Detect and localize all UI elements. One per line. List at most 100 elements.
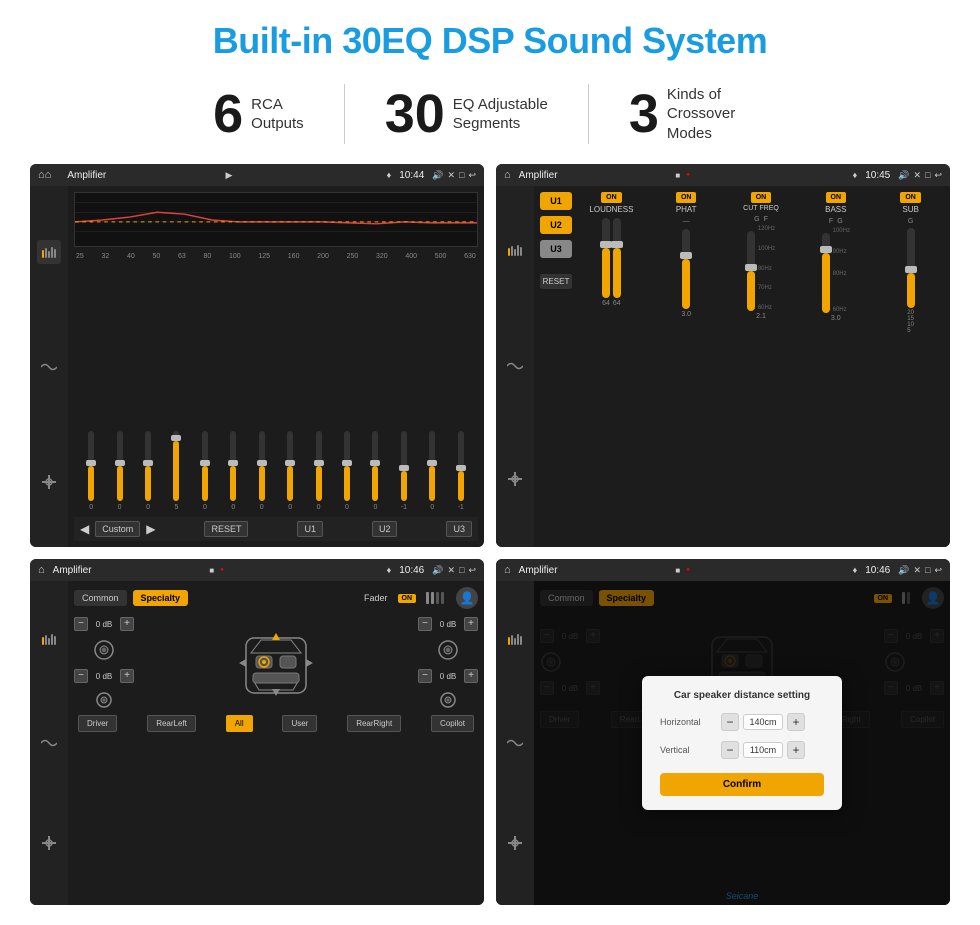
title-1: Amplifier [59,164,221,186]
loudness-label: LOUDNESS [589,205,633,214]
db-plus-fl[interactable]: + [120,617,134,631]
home-icon-3[interactable]: ⌂ [38,564,45,576]
cross-icon-2[interactable] [508,472,522,491]
horizontal-minus[interactable]: − [721,713,739,731]
tab-common-3[interactable]: Common [74,590,127,606]
vertical-plus[interactable]: + [787,741,805,759]
cross-icon-3[interactable] [42,836,56,855]
db-plus-rl[interactable]: + [120,669,134,683]
u1-button[interactable]: U1 [297,521,323,537]
phat-toggle[interactable]: ON [676,192,697,203]
eq-icon-2[interactable] [507,242,523,263]
home-icon-1[interactable]: ⌂ [38,169,51,181]
vol-icon-3: 🔊 [432,565,443,576]
eq-icon-4[interactable] [507,631,523,652]
vertical-minus[interactable]: − [721,741,739,759]
db-val-fl: 0 dB [91,620,117,629]
back-icon-4[interactable]: ↩ [934,565,942,576]
amp-channel-sub: ON SUB G 20 15 [877,192,944,541]
rearleft-btn[interactable]: RearLeft [147,715,196,732]
pin-icon-4: ♦ [853,565,858,575]
cutfreq-toggle[interactable]: ON [751,192,772,203]
reset-button-1[interactable]: RESET [204,521,248,537]
db-ctrl-fl: − 0 dB + [74,617,134,631]
user-btn[interactable]: User [282,715,317,732]
eq-icon-3[interactable] [41,631,57,652]
back-icon-1[interactable]: ↩ [468,170,476,181]
rearright-btn[interactable]: RearRight [347,715,401,732]
dialog-horizontal-row: Horizontal − 140cm + [660,713,824,731]
home-icon-4[interactable]: ⌂ [504,564,511,576]
copilot-btn[interactable]: Copilot [431,715,474,732]
home-icon-2[interactable]: ⌂ [504,169,511,181]
back-icon-3[interactable]: ↩ [468,565,476,576]
loudness-slider[interactable] [602,218,610,298]
speaker-rr [439,691,457,709]
eq-slider-track-1[interactable] [88,431,94,501]
wave-icon-3[interactable] [41,735,57,753]
driver-btn[interactable]: Driver [78,715,117,732]
stat-number-crossover: 3 [629,87,659,141]
prev-icon[interactable]: ◀ [80,522,89,536]
db-plus-rr[interactable]: + [464,669,478,683]
horizontal-value: 140cm [743,714,783,730]
all-btn[interactable]: All [226,715,253,732]
play-icon-1[interactable]: ▶ [226,170,233,181]
x-icon-1[interactable]: ✕ [447,170,455,181]
amp-channel-loudness: ON LOUDNESS [578,192,645,541]
wave-icon-4[interactable] [507,735,523,753]
play-controls: ◀ Custom ▶ [80,521,155,537]
confirm-button[interactable]: Confirm [660,773,824,796]
sq-icon-4: □ [925,565,930,575]
tab-specialty-3[interactable]: Specialty [133,590,189,606]
x-icon-4[interactable]: ✕ [913,565,921,576]
back-icon-2[interactable]: ↩ [934,170,942,181]
db-val-rl: 0 dB [91,672,117,681]
loudness-toggle[interactable]: ON [601,192,622,203]
vertical-label: Vertical [660,745,715,755]
horizontal-plus[interactable]: + [787,713,805,731]
rec-icon-2: ■ [675,171,680,180]
stat-desc-crossover: Kinds of Crossover Modes [667,85,767,144]
db-minus-rl[interactable]: − [74,669,88,683]
u2-button[interactable]: U2 [372,521,398,537]
db-minus-fr[interactable]: − [418,617,432,631]
fader-toggle-ctrl[interactable] [426,592,444,604]
next-icon[interactable]: ▶ [146,522,155,536]
eq-icon-1[interactable] [37,240,61,264]
left-sp-col: − 0 dB + [74,617,134,709]
loudness-slider2[interactable] [613,218,621,298]
reset-btn-2[interactable]: RESET [540,274,572,289]
sub-toggle[interactable]: ON [900,192,921,203]
u2-btn[interactable]: U2 [540,216,572,234]
db-minus-fl[interactable]: − [74,617,88,631]
cross-icon-1[interactable] [37,470,61,494]
stat-desc-eq: EQ Adjustable Segments [453,95,548,134]
amp-channels: ON LOUDNESS [578,192,944,541]
custom-button[interactable]: Custom [95,521,140,537]
cross-icon-4[interactable] [508,836,522,855]
time-2: 10:45 [865,170,890,181]
pin-icon-2: ♦ [853,170,858,180]
pin-icon-1: ♦ [387,170,392,180]
sub-label: SUB [902,205,918,214]
db-ctrl-rr: − 0 dB + [418,669,478,683]
x-icon-2[interactable]: ✕ [913,170,921,181]
u3-button[interactable]: U3 [446,521,472,537]
u3-btn[interactable]: U3 [540,240,572,258]
db-minus-rr[interactable]: − [418,669,432,683]
bass-toggle[interactable]: ON [826,192,847,203]
x-icon-3[interactable]: ✕ [447,565,455,576]
phat-label: PHAT [676,205,697,214]
u1-btn[interactable]: U1 [540,192,572,210]
avatar-3[interactable]: 👤 [456,587,478,609]
sp-main: Common Specialty Fader ON 👤 [68,581,484,905]
screen-fader: ⌂ Amplifier ■ ● ♦ 10:46 🔊 ✕ □ ↩ [30,559,484,905]
stat-rca: 6 RCA Outputs [173,87,344,141]
page-wrapper: Built-in 30EQ DSP Sound System 6 RCA Out… [0,0,980,925]
stat-eq: 30 EQ Adjustable Segments [345,87,588,141]
wave-icon-1[interactable] [37,355,61,379]
db-plus-fr[interactable]: + [464,617,478,631]
dist-main: Common Specialty ON 👤 [534,581,950,905]
wave-icon-2[interactable] [507,358,523,376]
